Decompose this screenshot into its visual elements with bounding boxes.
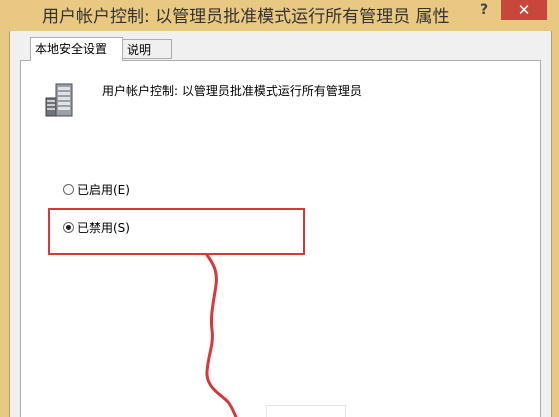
help-button[interactable]: ?: [471, 0, 497, 20]
server-icon: [45, 83, 73, 117]
close-button[interactable]: ✕: [501, 0, 547, 20]
tab-local-security-setting[interactable]: 本地安全设置: [30, 37, 123, 61]
tab-explain[interactable]: 说明: [122, 39, 172, 59]
policy-title: 用户帐户控制: 以管理员批准模式运行所有管理员: [102, 84, 362, 98]
window-title: 用户帐户控制: 以管理员批准模式运行所有管理员 属性: [42, 7, 450, 27]
highlight-box: [48, 208, 305, 255]
enabled-option[interactable]: 已启用(E): [63, 181, 130, 199]
enabled-label: 已启用(E): [77, 183, 130, 197]
bottom-button-edge[interactable]: [266, 405, 346, 417]
title-bar[interactable]: 用户帐户控制: 以管理员批准模式运行所有管理员 属性 ? ✕: [0, 0, 559, 30]
enabled-radio[interactable]: [63, 184, 74, 195]
dialog-window: 用户帐户控制: 以管理员批准模式运行所有管理员 属性 ? ✕ 本地安全设置 说明…: [0, 0, 559, 417]
